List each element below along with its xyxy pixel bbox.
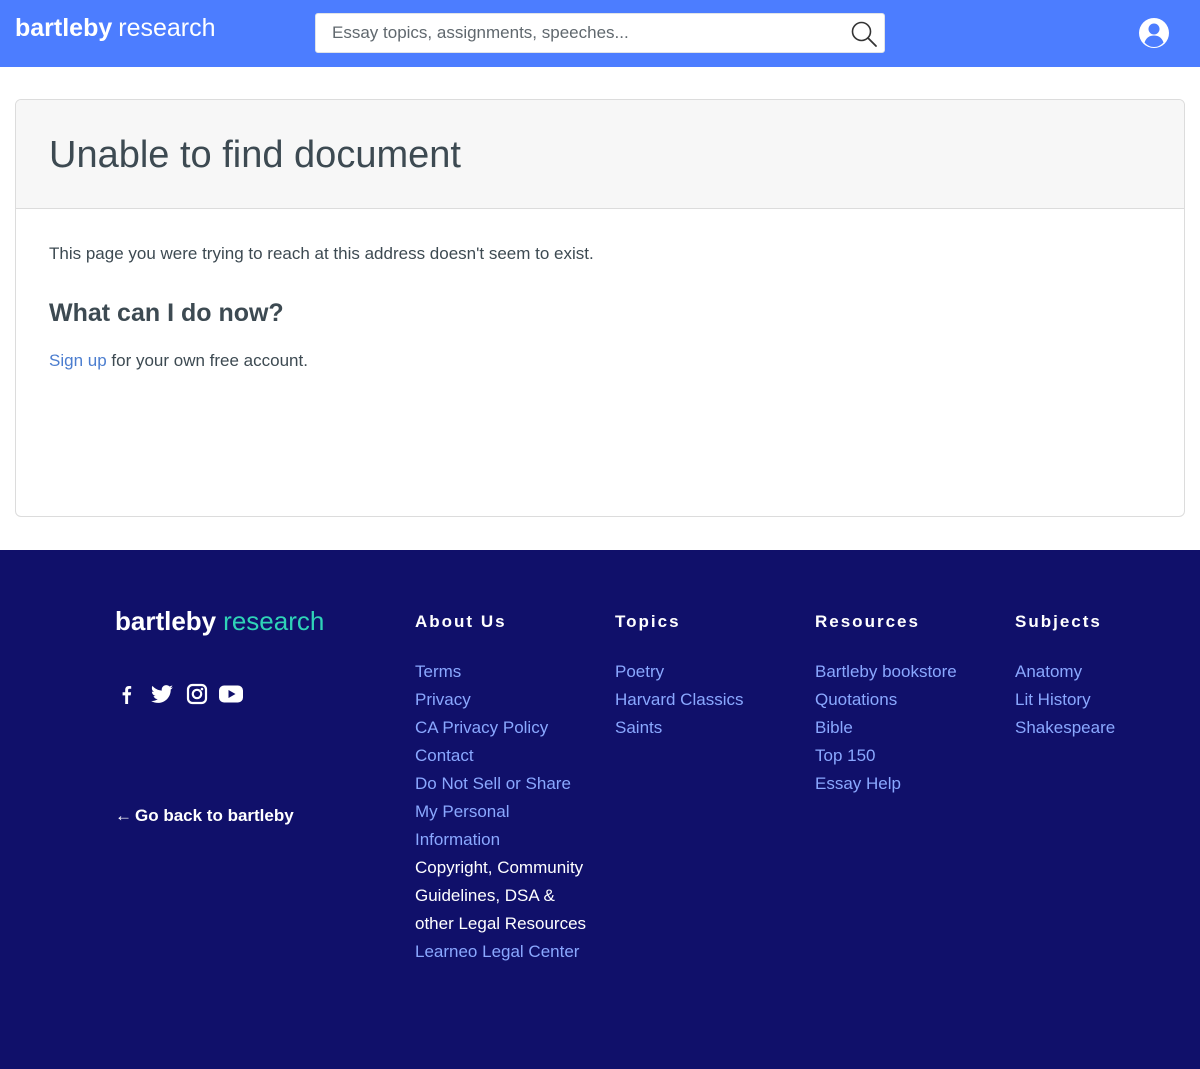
list-item: Lit History (1015, 686, 1185, 714)
go-back-label: Go back to bartleby (135, 806, 294, 825)
youtube-icon (219, 685, 243, 703)
instagram-icon (186, 683, 208, 705)
footer-link-contact[interactable]: Contact (415, 746, 474, 765)
signup-link[interactable]: Sign up (49, 351, 107, 370)
footer: bartleby research ← Go back to bartleby … (0, 550, 1200, 1069)
top-navigation-bar: bartleby research (0, 0, 1200, 67)
footer-link-lit-history[interactable]: Lit History (1015, 690, 1091, 709)
footer-link-legal-center[interactable]: Learneo Legal Center (415, 942, 579, 961)
signup-line: Sign up for your own free account. (49, 351, 308, 371)
search-icon (851, 21, 877, 47)
social-links (115, 682, 255, 706)
footer-heading-topics: Topics (615, 612, 681, 631)
error-card-header: Unable to find document (16, 100, 1184, 209)
footer-link-top-150[interactable]: Top 150 (815, 746, 876, 765)
footer-legal-text: Copyright, Community Guidelines, DSA & o… (415, 858, 587, 933)
signup-rest-text: for your own free account. (106, 351, 308, 370)
list-item: Poetry (615, 658, 805, 686)
header-logo[interactable]: bartleby research (15, 14, 216, 43)
next-steps-heading: What can I do now? (49, 299, 284, 327)
footer-column-topics: Topics Poetry Harvard Classics Saints (615, 612, 805, 742)
footer-link-shakespeare[interactable]: Shakespeare (1015, 718, 1115, 737)
youtube-link[interactable] (218, 682, 244, 706)
footer-link-saints[interactable]: Saints (615, 718, 662, 737)
list-item: CA Privacy Policy (415, 714, 595, 742)
footer-link-ca-privacy-policy[interactable]: CA Privacy Policy (415, 718, 548, 737)
footer-link-do-not-sell[interactable]: Do Not Sell or Share My Personal Informa… (415, 774, 571, 849)
footer-links-topics: Poetry Harvard Classics Saints (615, 658, 805, 742)
footer-link-essay-help[interactable]: Essay Help (815, 774, 901, 793)
footer-links-subjects: Anatomy Lit History Shakespeare (1015, 658, 1185, 742)
page-title: Unable to find document (49, 134, 461, 176)
twitter-link[interactable] (149, 682, 175, 706)
footer-logo-light-text: research (223, 606, 325, 636)
footer-link-quotations[interactable]: Quotations (815, 690, 897, 709)
instagram-link[interactable] (184, 682, 210, 706)
footer-link-bookstore[interactable]: Bartleby bookstore (815, 662, 957, 681)
list-item: Contact (415, 742, 595, 770)
facebook-link[interactable] (115, 682, 141, 706)
footer-column-about: About Us Terms Privacy CA Privacy Policy… (415, 612, 595, 966)
logo-light-text: research (118, 14, 216, 42)
footer-heading-subjects: Subjects (1015, 612, 1102, 631)
footer-column-subjects: Subjects Anatomy Lit History Shakespeare (1015, 612, 1185, 742)
footer-link-anatomy[interactable]: Anatomy (1015, 662, 1082, 681)
logo-bold-text: bartleby (15, 14, 113, 42)
user-avatar-icon (1139, 18, 1169, 48)
list-item: Do Not Sell or Share My Personal Informa… (415, 770, 595, 854)
search-button[interactable] (850, 20, 878, 48)
footer-column-resources: Resources Bartleby bookstore Quotations … (815, 612, 1005, 798)
search-box (315, 13, 885, 53)
list-item: Bible (815, 714, 1005, 742)
footer-link-poetry[interactable]: Poetry (615, 662, 664, 681)
footer-links-about: Terms Privacy CA Privacy Policy Contact … (415, 658, 595, 966)
list-item: Bartleby bookstore (815, 658, 1005, 686)
search-input[interactable] (316, 14, 841, 52)
list-item: Anatomy (1015, 658, 1185, 686)
list-item: Saints (615, 714, 805, 742)
footer-heading-about: About Us (415, 612, 507, 631)
list-item: Essay Help (815, 770, 1005, 798)
footer-links-resources: Bartleby bookstore Quotations Bible Top … (815, 658, 1005, 798)
list-item: Shakespeare (1015, 714, 1185, 742)
footer-link-bible[interactable]: Bible (815, 718, 853, 737)
facebook-icon (122, 686, 132, 704)
footer-link-privacy[interactable]: Privacy (415, 690, 471, 709)
footer-heading-resources: Resources (815, 612, 920, 631)
list-item: Top 150 (815, 742, 1005, 770)
go-back-link[interactable]: ← Go back to bartleby (115, 806, 294, 826)
footer-link-harvard-classics[interactable]: Harvard Classics (615, 690, 743, 709)
footer-logo-bold-text: bartleby (115, 606, 217, 636)
error-card: Unable to find document This page you we… (15, 99, 1185, 517)
error-message: This page you were trying to reach at th… (49, 244, 594, 263)
list-item: Harvard Classics (615, 686, 805, 714)
footer-logo[interactable]: bartleby research (115, 606, 324, 637)
list-item: Learneo Legal Center (415, 938, 595, 966)
list-item: Privacy (415, 686, 595, 714)
list-item: Terms (415, 658, 595, 686)
account-button[interactable] (1138, 17, 1170, 49)
list-item: Quotations (815, 686, 1005, 714)
footer-link-terms[interactable]: Terms (415, 662, 461, 681)
twitter-icon (151, 685, 173, 703)
arrow-left-icon: ← (115, 806, 132, 825)
